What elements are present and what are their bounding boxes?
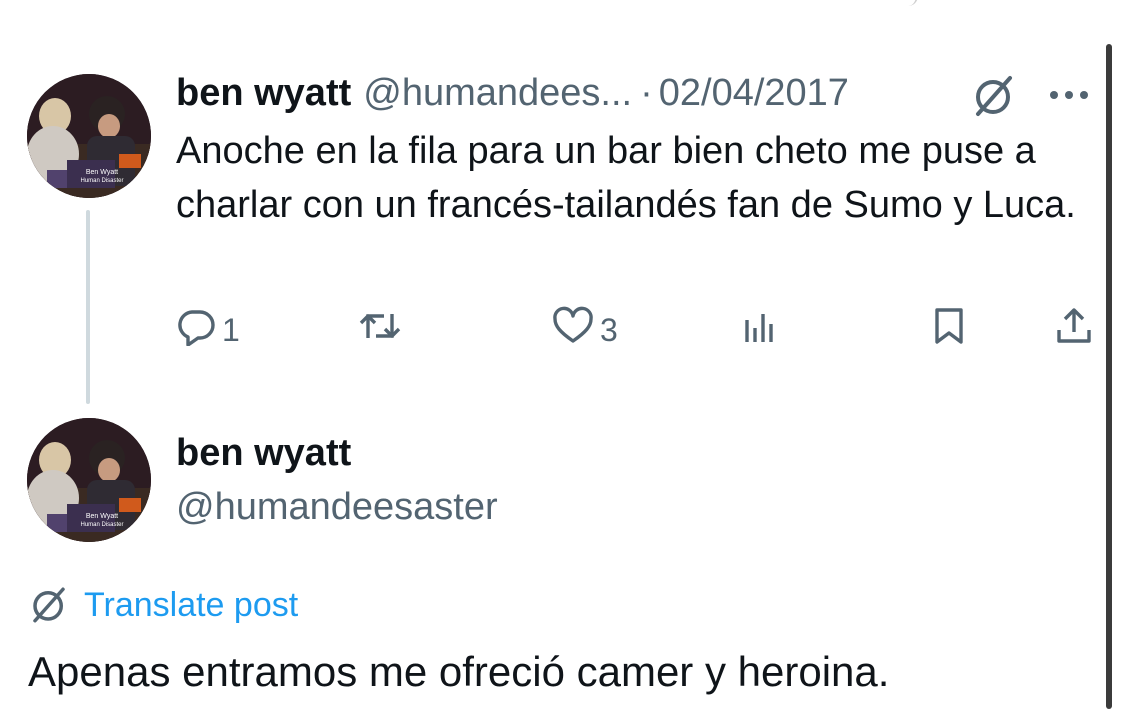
avatar[interactable]: Ben Wyatt Human Disaster bbox=[27, 74, 151, 198]
share-button[interactable] bbox=[1054, 306, 1094, 354]
avatar-caption-line2: Human Disaster bbox=[80, 178, 123, 184]
grok-icon bbox=[33, 587, 65, 623]
like-button[interactable]: 3 bbox=[552, 306, 618, 354]
tweet-date[interactable]: 02/04/2017 bbox=[659, 72, 849, 115]
more-icon[interactable] bbox=[1046, 80, 1092, 110]
reply-icon bbox=[176, 306, 216, 354]
main-author-handle[interactable]: @humandeesaster bbox=[176, 486, 498, 529]
separator-dot: · bbox=[640, 71, 653, 114]
main-author-name[interactable]: ben wyatt bbox=[176, 432, 351, 475]
avatar-caption-line1: Ben Wyatt bbox=[86, 169, 118, 176]
tweet-header: ben wyatt @humandees... · 02/04/2017 bbox=[176, 70, 849, 116]
translate-label: Translate post bbox=[84, 585, 299, 624]
translate-post-link[interactable]: Translate post bbox=[28, 582, 298, 628]
retweet-icon bbox=[358, 306, 402, 354]
main-post-text: Apenas entramos me ofreció camer y heroi… bbox=[28, 648, 890, 695]
grok-icon[interactable] bbox=[970, 72, 1018, 120]
avatar-caption-line1: Ben Wyatt bbox=[86, 513, 118, 520]
author-name[interactable]: ben wyatt bbox=[176, 72, 351, 115]
thread-connector-line bbox=[86, 210, 90, 404]
scrollbar[interactable] bbox=[1106, 44, 1112, 709]
bookmark-button[interactable] bbox=[932, 306, 966, 354]
avatar[interactable]: Ben Wyatt Human Disaster bbox=[27, 418, 151, 542]
avatar-caption-line2: Human Disaster bbox=[80, 522, 123, 528]
retweet-button[interactable] bbox=[358, 306, 408, 354]
views-button[interactable] bbox=[742, 306, 784, 354]
author-handle[interactable]: @humandees... bbox=[363, 72, 632, 115]
like-count: 3 bbox=[600, 311, 618, 348]
bookmark-icon bbox=[932, 306, 966, 354]
action-bar: 1 3 bbox=[176, 306, 1096, 354]
top-edge-fragment bbox=[904, 0, 918, 6]
like-icon bbox=[552, 306, 594, 354]
reply-count: 1 bbox=[222, 311, 240, 348]
views-icon bbox=[742, 306, 778, 354]
reply-button[interactable]: 1 bbox=[176, 306, 240, 354]
tweet-text: Anoche en la fila para un bar bien cheto… bbox=[176, 130, 1076, 226]
share-icon bbox=[1054, 306, 1094, 354]
